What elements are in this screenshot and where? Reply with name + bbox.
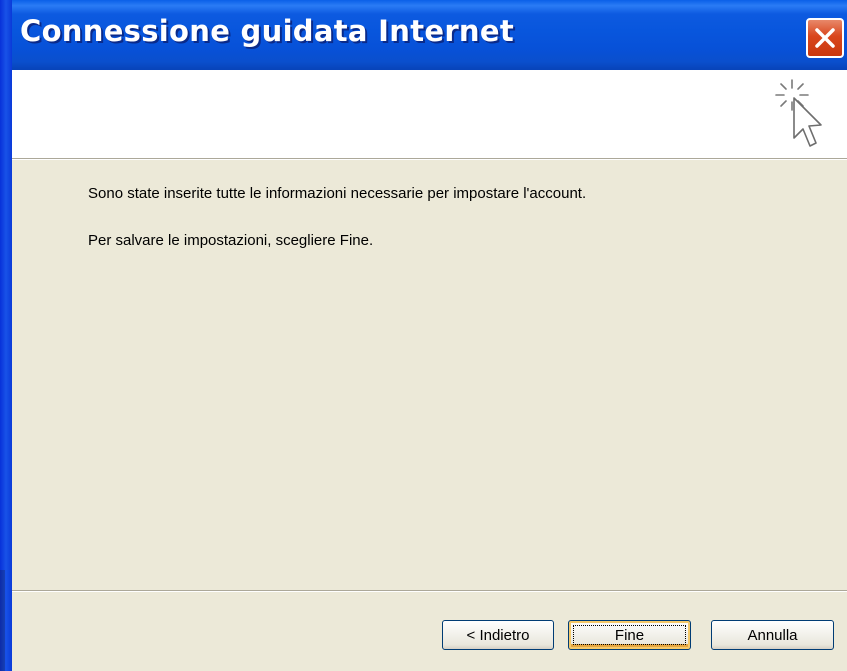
wizard-header-panel — [12, 70, 847, 160]
window-left-border — [0, 0, 12, 671]
wizard-content: Sono state inserite tutte le informazion… — [12, 160, 847, 590]
wizard-cursor-sparkle-icon — [775, 79, 822, 147]
info-message: Sono state inserite tutte le informazion… — [88, 185, 587, 202]
window-title: Connessione guidata Internet — [20, 14, 515, 48]
finish-button[interactable]: Fine — [568, 620, 691, 650]
focus-ring — [573, 625, 686, 645]
instruction-message: Per salvare le impostazioni, scegliere F… — [88, 232, 374, 249]
title-bar[interactable]: Connessione guidata Internet — [0, 0, 847, 70]
back-button[interactable]: < Indietro — [442, 620, 554, 650]
button-separator — [12, 590, 847, 592]
cancel-button[interactable]: Annulla — [711, 620, 834, 650]
close-button[interactable] — [806, 18, 844, 58]
wizard-window: Connessione guidata Internet Sono state … — [0, 0, 847, 671]
close-icon — [815, 28, 835, 48]
